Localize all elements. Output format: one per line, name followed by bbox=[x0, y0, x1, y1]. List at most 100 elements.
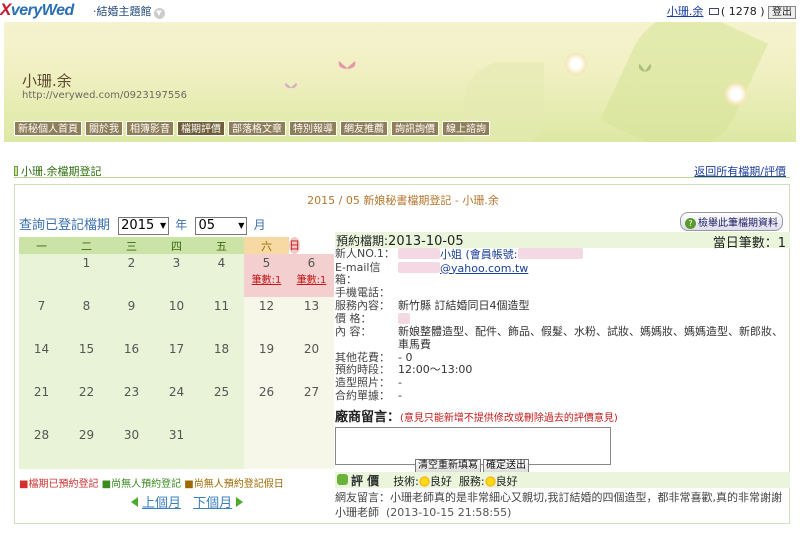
calendar-day-number: 1 bbox=[82, 256, 91, 270]
calendar-day[interactable]: 15 bbox=[64, 340, 109, 383]
calendar-day[interactable]: 24 bbox=[154, 383, 199, 426]
calendar-day-number: 12 bbox=[258, 299, 275, 313]
vendor-message-heading: 廠商留言：(意見只能新增不提供修改或刪除過去的評價意見) bbox=[335, 406, 790, 425]
bullet-icon bbox=[14, 166, 18, 176]
detail-value: 新竹縣 訂結婚同日4個造型 bbox=[398, 298, 530, 312]
user-comment: 網友留言：小珊老師真的是非常細心又親切,我訂結婚的四個造型，都非常喜歡,真的非常… bbox=[335, 490, 790, 520]
back-to-all-link[interactable]: 返回所有檔期/評價 bbox=[694, 163, 786, 179]
mail-icon[interactable] bbox=[708, 8, 719, 15]
butterfly-icon bbox=[285, 82, 297, 89]
calendar-day[interactable]: 28 bbox=[19, 426, 64, 469]
theme-hall-menu[interactable]: ‧結婚主題館 ▼ bbox=[93, 3, 165, 19]
booking-count-link[interactable]: 筆數:1 bbox=[244, 271, 289, 286]
nav-item-album[interactable]: 相簿影音 bbox=[126, 121, 174, 136]
nav-item-home[interactable]: 新秘個人首頁 bbox=[14, 121, 82, 136]
next-month-link[interactable]: 下個月 bbox=[193, 496, 232, 511]
redacted-block bbox=[398, 312, 410, 324]
nav-item-report[interactable]: 特別報導 bbox=[289, 121, 337, 136]
calendar-day[interactable]: 18 bbox=[199, 340, 244, 383]
calendar-day[interactable]: 22 bbox=[64, 383, 109, 426]
calendar-day[interactable]: 6 筆數:1 bbox=[289, 254, 334, 297]
redacted-block bbox=[398, 261, 440, 273]
detail-row-photos: 造型照片： - bbox=[335, 376, 790, 390]
verywed-logo[interactable]: XveryWed bbox=[0, 0, 74, 20]
calendar-day[interactable]: 13 bbox=[289, 297, 334, 340]
nav-item-blog[interactable]: 部落格文章 bbox=[228, 121, 286, 136]
user-name-link[interactable]: 小珊.余 bbox=[667, 5, 704, 18]
arrow-right-icon bbox=[236, 497, 244, 507]
detail-row-content: 內 容： 新娘整體造型、配件、飾品、假髮、水粉、試妝、媽媽妝、媽媽造型、新郎妝、車… bbox=[335, 325, 790, 351]
calendar-day[interactable]: 23 bbox=[109, 383, 154, 426]
calendar-day-number: 31 bbox=[168, 428, 185, 442]
calendar-day-number: 21 bbox=[33, 385, 50, 399]
schedule-panel: 2015 / 05 新娘秘書檔期登記 - 小珊.余 查詢已登記檔期 2015 ▼ … bbox=[14, 184, 790, 524]
calendar-day[interactable]: 4 bbox=[199, 254, 244, 297]
user-area: 小珊.余 ( 1278 ) 登出 bbox=[667, 3, 796, 19]
question-icon: ? bbox=[685, 218, 696, 229]
calendar-day-number: 18 bbox=[213, 342, 230, 356]
calendar-day[interactable]: 16 bbox=[109, 340, 154, 383]
year-select[interactable]: 2015 ▼ bbox=[118, 217, 170, 235]
nav-item-consult[interactable]: 線上諮詢 bbox=[442, 121, 490, 136]
calendar-day-number: 13 bbox=[303, 299, 320, 313]
calendar-day[interactable]: 3 bbox=[154, 254, 199, 297]
calendar-day[interactable]: 27 bbox=[289, 383, 334, 426]
theme-hall-label: ‧結婚主題館 bbox=[93, 5, 152, 18]
profile-url: http://verywed.com/0923197556 bbox=[22, 90, 187, 101]
calendar-day[interactable]: 9 bbox=[109, 297, 154, 340]
nav-item-about[interactable]: 關於我 bbox=[85, 121, 123, 136]
section-title-text: 小珊.余檔期登記 bbox=[21, 165, 102, 178]
calendar-day-number: 10 bbox=[168, 299, 185, 313]
calendar-day[interactable]: 19 bbox=[244, 340, 289, 383]
email-text[interactable]: @yahoo.com.tw bbox=[440, 262, 528, 275]
legend-booked: ■檔期已預約登記 bbox=[19, 479, 99, 490]
nav-item-recommend[interactable]: 網友推薦 bbox=[340, 121, 388, 136]
calendar-week: 1 2 3 4 5 筆數:1 6 筆數:1 bbox=[19, 254, 334, 297]
calendar-day[interactable]: 1 bbox=[64, 254, 109, 297]
chevron-down-icon[interactable]: ▼ bbox=[153, 8, 165, 19]
calendar-week: 28 29 30 31 bbox=[19, 426, 334, 469]
calendar-day-number: 29 bbox=[78, 428, 95, 442]
calendar-day[interactable]: 7 bbox=[19, 297, 64, 340]
tech-value: 良好 bbox=[429, 475, 452, 488]
detail-value: @yahoo.com.tw bbox=[398, 261, 528, 287]
calendar-day[interactable]: 31 bbox=[154, 426, 199, 469]
section-bar: 小珊.余檔期登記 返回所有檔期/評價 bbox=[14, 160, 790, 178]
reset-button[interactable]: 清空重新填寫 bbox=[415, 459, 481, 473]
calendar-day[interactable]: 29 bbox=[64, 426, 109, 469]
calendar-day[interactable]: 17 bbox=[154, 340, 199, 383]
calendar-day[interactable]: 8 bbox=[64, 297, 109, 340]
month-select[interactable]: 05 ▼ bbox=[195, 217, 248, 235]
submit-button[interactable]: 確定送出 bbox=[483, 459, 529, 473]
calendar-day-number: 5 bbox=[262, 256, 271, 270]
calendar-day-number: 17 bbox=[168, 342, 185, 356]
message-count: ( 1278 ) bbox=[720, 5, 765, 18]
calendar-day[interactable]: 12 bbox=[244, 297, 289, 340]
detail-key: 服務內容： bbox=[335, 298, 390, 312]
calendar-day[interactable]: 10 bbox=[154, 297, 199, 340]
detail-key: 造型照片： bbox=[335, 376, 390, 390]
calendar-day[interactable]: 14 bbox=[19, 340, 64, 383]
calendar-day[interactable]: 20 bbox=[289, 340, 334, 383]
calendar-day[interactable]: 26 bbox=[244, 383, 289, 426]
rating-bar: 評 價 技術: 良好 服務: 良好 bbox=[335, 472, 790, 488]
calendar-day[interactable]: 5 筆數:1 bbox=[244, 254, 289, 297]
calendar-day-number: 8 bbox=[82, 299, 91, 313]
comment-timestamp: (2013-10-15 21:58:55) bbox=[386, 506, 512, 519]
rating-label: 評 價 bbox=[351, 474, 380, 488]
calendar-day[interactable]: 11 bbox=[199, 297, 244, 340]
nav-item-inquiry[interactable]: 詢訊詢價 bbox=[391, 121, 439, 136]
nav-item-schedule[interactable]: 檔期評價 bbox=[177, 121, 225, 136]
calendar-day[interactable]: 30 bbox=[109, 426, 154, 469]
page-title: 小珊.余 bbox=[22, 72, 72, 90]
prev-month-link[interactable]: 上個月 bbox=[142, 496, 181, 511]
calendar-day[interactable]: 2 bbox=[109, 254, 154, 297]
detail-value: 小姐 (會員帳號: bbox=[398, 248, 583, 262]
calendar-day[interactable]: 21 bbox=[19, 383, 64, 426]
report-schedule-button[interactable]: ? 檢舉此筆檔期資料 bbox=[680, 212, 783, 231]
calendar-day-number: 28 bbox=[33, 428, 50, 442]
calendar-day[interactable]: 25 bbox=[199, 383, 244, 426]
booking-count-link[interactable]: 筆數:1 bbox=[289, 271, 334, 286]
pencil-icon bbox=[337, 474, 348, 485]
logout-button[interactable]: 登出 bbox=[768, 6, 796, 19]
